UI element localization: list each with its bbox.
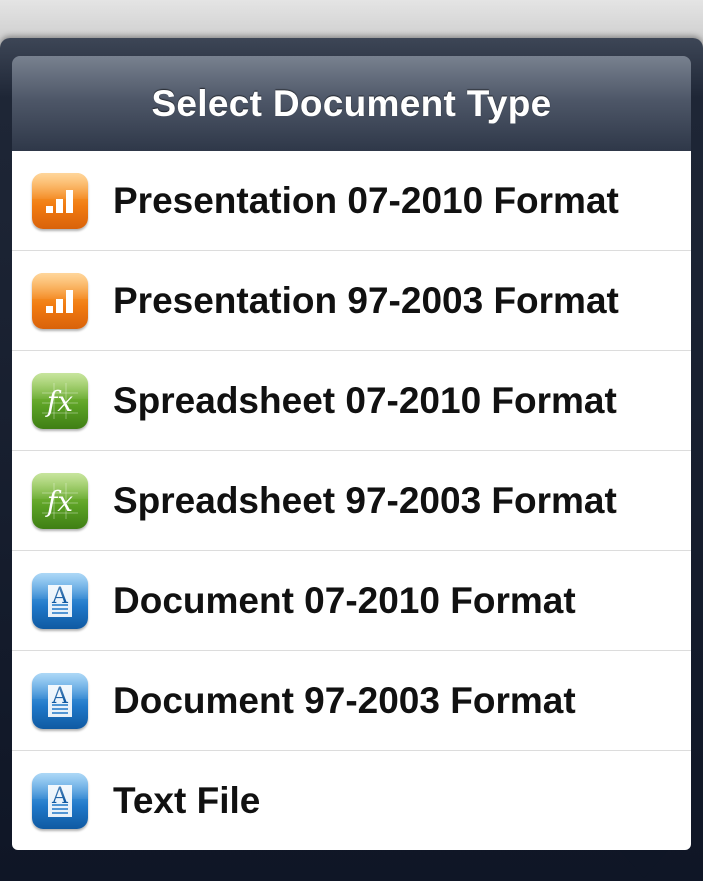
list-item-label: Spreadsheet 97-2003 Format <box>113 479 617 521</box>
list-item-label: Document 97-2003 Format <box>113 679 576 721</box>
list-item-presentation-07-2010[interactable]: Presentation 07-2010 Format <box>12 151 691 251</box>
document-icon: A <box>32 672 88 729</box>
popover-title: Select Document Type <box>151 83 552 124</box>
popover-header: Select Document Type <box>12 56 691 152</box>
list-item-label: Spreadsheet 07-2010 Format <box>113 379 617 421</box>
list-item-spreadsheet-97-2003[interactable]: fx Spreadsheet 97-2003 Format <box>12 451 691 551</box>
svg-text:A: A <box>51 784 69 809</box>
popover-arrow <box>620 850 668 878</box>
svg-text:fx: fx <box>45 485 73 518</box>
list-item-spreadsheet-07-2010[interactable]: fx Spreadsheet 07-2010 Format <box>12 351 691 451</box>
list-item-document-97-2003[interactable]: A Document 97-2003 Format <box>12 651 691 751</box>
list-item-label: Presentation 97-2003 Format <box>113 279 619 321</box>
list-item-label: Text File <box>113 780 261 821</box>
svg-text:A: A <box>51 584 69 609</box>
presentation-icon <box>32 172 88 229</box>
svg-text:fx: fx <box>45 385 73 418</box>
document-type-list: Presentation 07-2010 Format Presentation… <box>12 151 691 850</box>
document-icon: A <box>32 773 88 829</box>
list-item-presentation-97-2003[interactable]: Presentation 97-2003 Format <box>12 251 691 351</box>
document-icon: A <box>32 572 88 629</box>
spreadsheet-icon: fx <box>32 372 88 429</box>
svg-text:A: A <box>51 684 69 709</box>
list-item-label: Presentation 07-2010 Format <box>113 179 619 221</box>
list-item-document-07-2010[interactable]: A Document 07-2010 Format <box>12 551 691 651</box>
spreadsheet-icon: fx <box>32 472 88 529</box>
presentation-icon <box>32 272 88 329</box>
list-item-text-file[interactable]: A Text File <box>12 751 691 850</box>
list-item-label: Document 07-2010 Format <box>113 579 576 621</box>
